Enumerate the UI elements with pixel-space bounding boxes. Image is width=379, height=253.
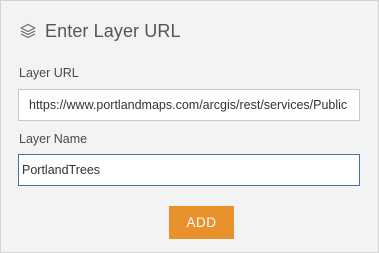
layer-url-input[interactable]	[18, 89, 360, 121]
panel-header: Enter Layer URL	[19, 19, 181, 43]
layer-url-label: Layer URL	[19, 66, 79, 80]
layer-name-label: Layer Name	[19, 132, 88, 146]
add-button[interactable]: ADD	[169, 206, 234, 239]
layer-name-input[interactable]	[18, 154, 360, 186]
enter-layer-url-panel: Enter Layer URL Layer URL Layer Name ADD	[0, 0, 379, 253]
panel-title: Enter Layer URL	[45, 20, 181, 41]
layers-icon	[19, 22, 37, 40]
